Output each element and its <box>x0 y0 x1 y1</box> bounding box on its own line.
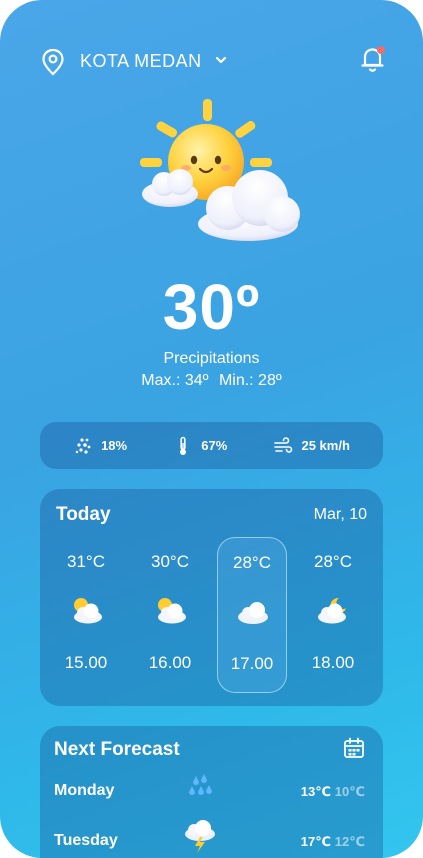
today-forecast-card: Today Mar, 10 31°C 15.00 30°C 16.00 28°C… <box>40 489 383 706</box>
thunderstorm-icon <box>185 820 215 853</box>
precipitation-stat: 18% <box>73 436 127 456</box>
notification-dot <box>377 46 385 54</box>
hourly-item[interactable]: 30°C 16.00 <box>135 537 205 693</box>
forecast-high: 13℃ <box>300 784 331 799</box>
hourly-temperature: 30°C <box>151 552 189 571</box>
rain-icon <box>189 774 212 795</box>
location-pin-icon[interactable] <box>40 48 66 76</box>
rain-drops-icon <box>75 437 91 454</box>
location-name[interactable]: KOTA MEDAN <box>80 51 202 72</box>
hourly-item[interactable]: 28°C 18.00 <box>298 537 368 693</box>
weather-stats-bar: 18% 67% 25 km/h <box>40 422 383 469</box>
hourly-time: 16.00 <box>148 653 192 672</box>
next-forecast-card: Next Forecast Monday 13℃ 10℃ Tuesday 17℃… <box>40 726 383 858</box>
humidity-stat: 67% <box>173 436 227 456</box>
partly-cloudy-icon <box>158 598 186 624</box>
forecast-day: Monday <box>54 782 115 799</box>
min-temperature: Min.: 28º <box>218 372 282 389</box>
current-temperature: 30º <box>162 271 261 343</box>
cloud-icon <box>238 602 268 624</box>
hourly-list: 31°C 15.00 30°C 16.00 28°C 17.00 28°C 18… <box>40 537 383 693</box>
chevron-down-icon[interactable] <box>214 53 228 67</box>
header: KOTA MEDAN <box>40 44 387 78</box>
hourly-temperature: 28°C <box>314 552 352 571</box>
hourly-time: 18.00 <box>311 653 355 672</box>
thermometer-icon <box>180 436 187 455</box>
forecast-low: 10℃ <box>334 784 365 799</box>
forecast-high: 17℃ <box>300 834 331 849</box>
notification-bell-icon[interactable] <box>359 44 387 74</box>
weather-screen: KOTA MEDAN 30º Precipitations Max.: 34º … <box>0 0 423 858</box>
precipitation-value: 18% <box>101 438 128 453</box>
hourly-temperature: 31°C <box>67 552 105 571</box>
today-title: Today <box>56 504 111 525</box>
forecast-day: Tuesday <box>54 832 118 849</box>
max-temperature: Max.: 34º <box>141 372 209 389</box>
hourly-item-selected[interactable]: 28°C 17.00 <box>217 537 287 693</box>
partly-cloudy-icon <box>74 598 102 624</box>
forecast-row[interactable]: Tuesday 17℃ 12℃ <box>40 820 383 858</box>
today-date: Mar, 10 <box>313 506 367 523</box>
min-max-temperature: Max.: 34º Min.: 28º <box>0 372 423 390</box>
wind-stat: 25 km/h <box>273 436 350 456</box>
forecast-row[interactable]: Monday 13℃ 10℃ <box>40 774 383 808</box>
calendar-icon[interactable] <box>343 737 365 759</box>
next-forecast-title: Next Forecast <box>54 739 180 760</box>
humidity-value: 67% <box>201 438 228 453</box>
hourly-temperature: 28°C <box>233 553 271 572</box>
wind-icon <box>274 436 293 453</box>
wind-value: 25 km/h <box>301 438 350 453</box>
hourly-time: 15.00 <box>64 653 108 672</box>
forecast-low: 12℃ <box>334 834 365 849</box>
weather-description: Precipitations <box>163 350 260 367</box>
hourly-item[interactable]: 31°C 15.00 <box>51 537 121 693</box>
sun-behind-clouds-illustration <box>140 99 300 241</box>
hourly-time: 17.00 <box>230 654 274 673</box>
moon-cloud-icon <box>318 597 346 624</box>
